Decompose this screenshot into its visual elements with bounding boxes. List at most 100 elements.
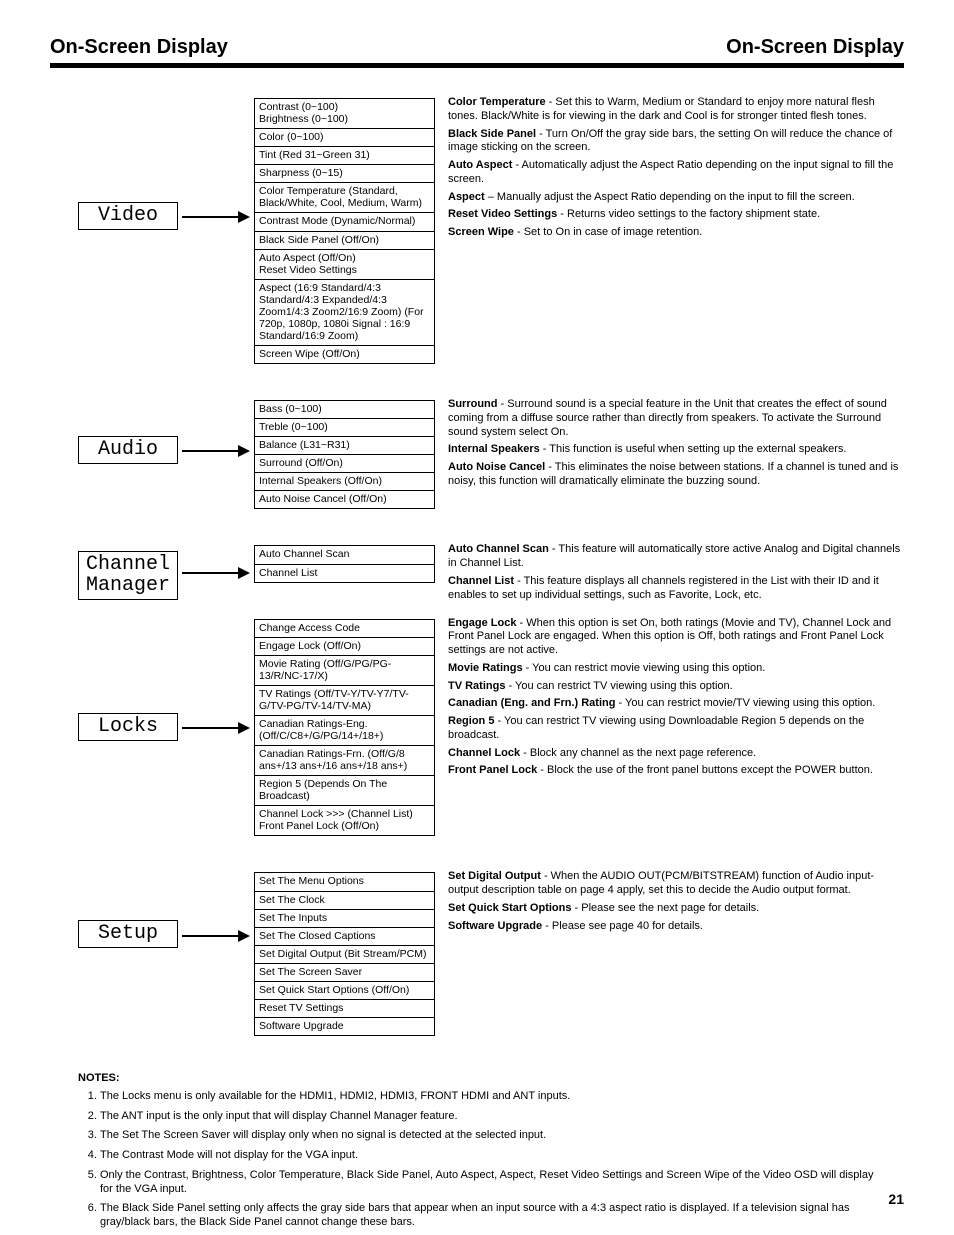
term: Auto Noise Cancel — [448, 461, 545, 473]
list-item: Screen Wipe (Off/On) — [255, 346, 434, 364]
page: On-Screen Display On-Screen Display Vide… — [0, 0, 954, 1235]
arrow-icon — [182, 444, 250, 458]
list-item: Engage Lock (Off/On) — [255, 638, 434, 656]
locks-label: Locks — [78, 713, 178, 741]
channel-label-line: Manager — [79, 575, 177, 596]
description-line: Set Quick Start Options - Please see the… — [448, 902, 904, 916]
description-line: Auto Channel Scan - This feature will au… — [448, 543, 904, 571]
term: Front Panel Lock — [448, 764, 537, 776]
description-line: Screen Wipe - Set to On in case of image… — [448, 226, 904, 240]
term: Screen Wipe — [448, 226, 514, 238]
term: Canadian (Eng. and Frn.) Rating — [448, 697, 615, 709]
list-item: Balance (L31~R31) — [255, 437, 434, 455]
list-item: Canadian Ratings-Eng. (Off/C/C8+/G/PG/14… — [255, 716, 434, 746]
term: Software Upgrade — [448, 920, 542, 932]
list-item: Channel List — [255, 565, 434, 583]
note-item: Only the Contrast, Brightness, Color Tem… — [100, 1169, 882, 1197]
description-line: Movie Ratings - You can restrict movie v… — [448, 662, 904, 676]
audio-cells: Bass (0~100)Treble (0~100)Balance (L31~R… — [254, 400, 435, 509]
description-line: Reset Video Settings - Returns video set… — [448, 208, 904, 222]
list-item: Aspect (16:9 Standard/4:3 Standard/4:3 E… — [255, 280, 434, 346]
setup-label-line: Setup — [79, 923, 177, 944]
description-line: Front Panel Lock - Block the use of the … — [448, 764, 904, 778]
list-item: Auto Noise Cancel (Off/On) — [255, 491, 434, 509]
list-item: Color Temperature (Standard, Black/White… — [255, 183, 434, 213]
note-item: The Set The Screen Saver will display on… — [100, 1129, 882, 1143]
term: TV Ratings — [448, 680, 505, 692]
arrow-icon — [182, 929, 250, 943]
list-item: Color (0~100) — [255, 129, 434, 147]
description-line: Black Side Panel - Turn On/Off the gray … — [448, 128, 904, 156]
list-item: Auto Channel Scan — [255, 546, 434, 564]
list-item: Black Side Panel (Off/On) — [255, 232, 434, 250]
definition: - Surround sound is a special feature in… — [448, 398, 887, 438]
list-item: Set Digital Output (Bit Stream/PCM) — [255, 946, 434, 964]
list-item: Sharpness (0~15) — [255, 165, 434, 183]
list-item: Contrast (0~100)Brightness (0~100) — [255, 99, 434, 129]
video-descriptions: Color Temperature - Set this to Warm, Me… — [448, 96, 904, 244]
note-item: The Locks menu is only available for the… — [100, 1090, 882, 1104]
setup-descriptions: Set Digital Output - When the AUDIO OUT(… — [448, 870, 904, 937]
term: Channel Lock — [448, 747, 520, 759]
description-line: Region 5 - You can restrict TV viewing u… — [448, 715, 904, 743]
definition: - Automatically adjust the Aspect Ratio … — [448, 159, 893, 185]
term: Surround — [448, 398, 498, 410]
channel-label: ChannelManager — [78, 551, 178, 600]
definition: – Manually adjust the Aspect Ratio depen… — [485, 191, 855, 203]
definition: - You can restrict TV viewing using this… — [505, 680, 732, 692]
section-channel: ChannelManagerAuto Channel ScanChannel L… — [50, 545, 904, 582]
section-audio: Audio Bass (0~100)Treble (0~100)Balance (… — [50, 400, 904, 509]
description-line: Software Upgrade - Please see page 40 fo… — [448, 920, 904, 934]
definition: - Please see page 40 for details. — [542, 920, 703, 932]
notes: NOTES: The Locks menu is only available … — [78, 1072, 882, 1230]
notes-heading: NOTES: — [78, 1072, 882, 1086]
description-line: Channel List - This feature displays all… — [448, 575, 904, 603]
titlebar: On-Screen Display On-Screen Display — [50, 36, 904, 68]
list-item: Internal Speakers (Off/On) — [255, 473, 434, 491]
channel-label-line: Channel — [79, 554, 177, 575]
channel-cells: Auto Channel ScanChannel List — [254, 545, 435, 582]
definition: - Returns video settings to the factory … — [557, 208, 820, 220]
definition: - You can restrict movie viewing using t… — [523, 662, 766, 674]
audio-label: Audio — [78, 436, 178, 464]
definition: - Block the use of the front panel butto… — [537, 764, 873, 776]
term: Auto Aspect — [448, 159, 512, 171]
term: Black Side Panel — [448, 128, 536, 140]
list-item: Tint (Red 31~Green 31) — [255, 147, 434, 165]
term: Internal Speakers — [448, 443, 540, 455]
video-label: Video — [78, 202, 178, 230]
list-item: Bass (0~100) — [255, 401, 434, 419]
video-cells: Contrast (0~100)Brightness (0~100)Color … — [254, 98, 435, 364]
audio-label-line: Audio — [79, 439, 177, 460]
arrow-icon — [182, 210, 250, 224]
title-right: On-Screen Display — [726, 36, 904, 59]
list-item: Set The Clock — [255, 892, 434, 910]
section-locks: Locks Change Access CodeEngage Lock (Off/… — [50, 619, 904, 837]
description-line: Canadian (Eng. and Frn.) Rating - You ca… — [448, 697, 904, 711]
definition: - Please see the next page for details. — [571, 902, 759, 914]
audio-descriptions: Surround - Surround sound is a special f… — [448, 398, 904, 493]
term: Reset Video Settings — [448, 208, 557, 220]
setup-cells: Set The Menu OptionsSet The ClockSet The… — [254, 872, 435, 1036]
list-item: Treble (0~100) — [255, 419, 434, 437]
description-line: Channel Lock - Block any channel as the … — [448, 747, 904, 761]
note-item: The ANT input is the only input that wil… — [100, 1110, 882, 1124]
term: Color Temperature — [448, 96, 546, 108]
section-video: VideoContrast (0~100)Brightness (0~100)C… — [50, 98, 904, 364]
notes-list: The Locks menu is only available for the… — [78, 1090, 882, 1230]
video-label-line: Video — [79, 205, 177, 226]
channel-descriptions: Auto Channel Scan - This feature will au… — [448, 543, 904, 606]
list-item: Canadian Ratings-Frn. (Off/G/8 ans+/13 a… — [255, 746, 434, 776]
definition: - Block any channel as the next page ref… — [520, 747, 756, 759]
locks-cells: Change Access CodeEngage Lock (Off/On)Mo… — [254, 619, 435, 837]
description-line: Engage Lock - When this option is set On… — [448, 617, 904, 658]
term: Movie Ratings — [448, 662, 523, 674]
list-item: Change Access Code — [255, 620, 434, 638]
arrow-icon — [182, 566, 250, 580]
list-item: Software Upgrade — [255, 1018, 434, 1036]
description-line: Internal Speakers - This function is use… — [448, 443, 904, 457]
definition: - This function is useful when setting u… — [540, 443, 847, 455]
list-item: Surround (Off/On) — [255, 455, 434, 473]
title-left: On-Screen Display — [50, 36, 228, 59]
list-item: Set The Inputs — [255, 910, 434, 928]
